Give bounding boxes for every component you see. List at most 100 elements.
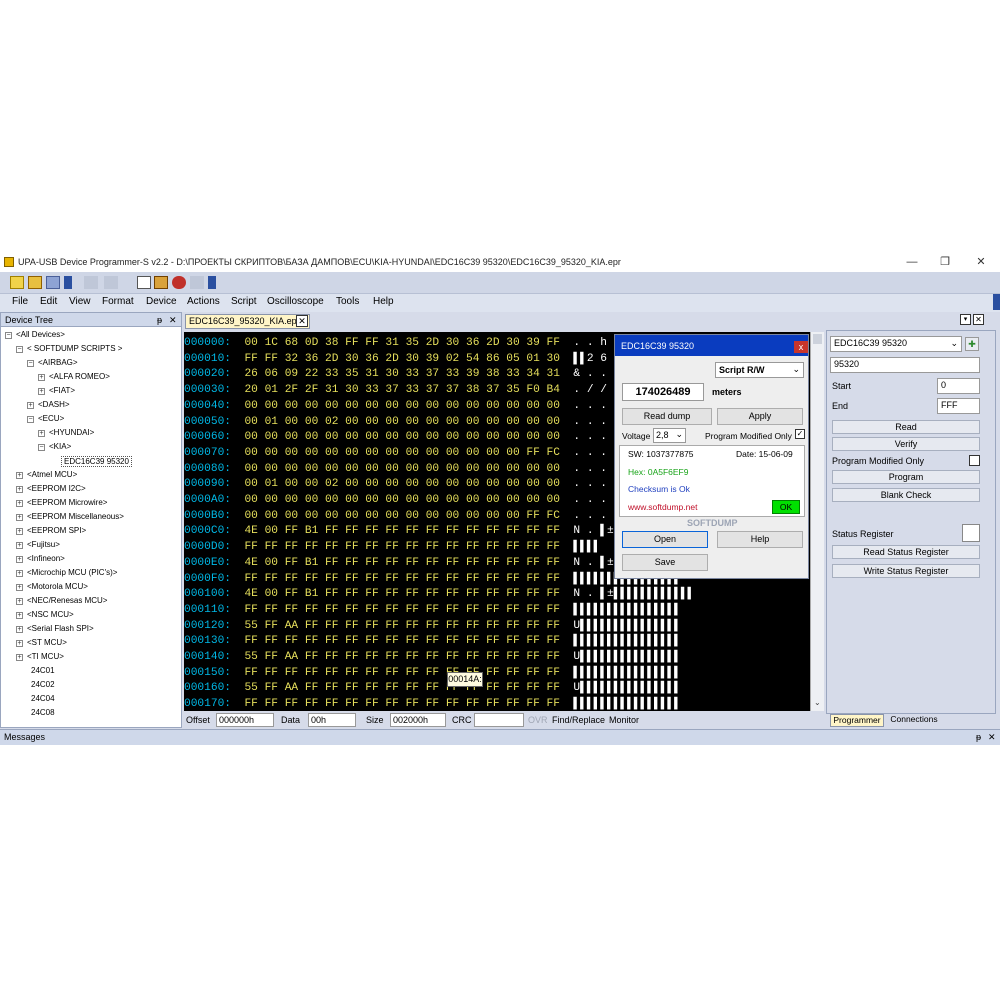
- tab-programmer[interactable]: Programmer: [830, 714, 884, 727]
- hex-row[interactable]: 000080: 00 00 00 00 00 00 00 00 00 00 00…: [184, 462, 620, 478]
- menu-edit[interactable]: Edit: [40, 296, 57, 307]
- hex-bytes[interactable]: 00 01 00 00 02 00 00 00 00 00 00 00 00 0…: [244, 416, 560, 428]
- hex-ascii[interactable]: U▌▌▌▌▌▌▌▌▌▌▌▌▌▌▌: [573, 651, 680, 663]
- program-button[interactable]: Program: [832, 470, 980, 484]
- scroll-down-icon[interactable]: ⌄: [814, 698, 821, 707]
- tree-item[interactable]: <NEC/Renesas MCU>: [27, 596, 107, 605]
- size-field[interactable]: 002000h: [390, 713, 446, 727]
- tree-expander-icon[interactable]: +: [16, 500, 23, 507]
- tree-expander-icon[interactable]: −: [38, 444, 45, 451]
- tree-item[interactable]: <Microchip MCU (PIC's)>: [27, 568, 117, 577]
- document-tab[interactable]: EDC16C39_95320_KIA.epr: [185, 314, 310, 329]
- hex-ascii[interactable]: N . ▌±▌▌▌▌▌▌▌▌▌▌▌▌: [573, 588, 694, 600]
- toolbar-dropdown-icon[interactable]: [64, 276, 72, 289]
- tree-item[interactable]: <Fujitsu>: [27, 540, 60, 549]
- tree-expander-icon[interactable]: −: [16, 346, 23, 353]
- hex-ascii[interactable]: U▌▌▌▌▌▌▌▌▌▌▌▌▌▌▌: [573, 682, 680, 694]
- pin-icon[interactable]: ᵽ: [976, 732, 981, 742]
- tree-item[interactable]: <ST MCU>: [27, 638, 67, 647]
- open-button[interactable]: Open: [622, 531, 708, 548]
- tree-expander-icon[interactable]: −: [27, 416, 34, 423]
- hex-bytes[interactable]: 4E 00 FF B1 FF FF FF FF FF FF FF FF FF F…: [244, 525, 560, 537]
- tree-expander-icon[interactable]: +: [16, 654, 23, 661]
- hex-row[interactable]: 0000F0: FF FF FF FF FF FF FF FF FF FF FF…: [184, 572, 681, 588]
- dialog-close-button[interactable]: x: [794, 341, 808, 353]
- tree-expander-icon[interactable]: −: [5, 332, 12, 339]
- hex-ascii[interactable]: ▌▌▌▌▌▌▌▌▌▌▌▌▌▌▌▌: [573, 604, 680, 616]
- bug-icon[interactable]: [172, 276, 186, 289]
- hex-bytes[interactable]: FF FF FF FF FF FF FF FF FF FF FF FF FF F…: [244, 573, 560, 585]
- tree-item[interactable]: <EEPROM Microwire>: [27, 498, 107, 507]
- device-icon[interactable]: [154, 276, 168, 289]
- tree-item[interactable]: 24C04: [31, 694, 55, 703]
- tree-item[interactable]: <ALFA ROMEO>: [49, 372, 110, 381]
- script-mode-select[interactable]: Script R/W ⌄: [715, 362, 804, 378]
- hex-row[interactable]: 000030: 20 01 2F 2F 31 30 33 37 33 37 37…: [184, 383, 607, 399]
- tree-item[interactable]: <FIAT>: [49, 386, 75, 395]
- hex-ascii[interactable]: . / /: [573, 384, 607, 396]
- chip-read-icon[interactable]: [84, 276, 98, 289]
- tree-expander-icon[interactable]: +: [16, 626, 23, 633]
- hex-row[interactable]: 000060: 00 00 00 00 00 00 00 00 00 00 00…: [184, 430, 620, 446]
- hex-ascii[interactable]: ▌▌▌▌▌▌▌▌▌▌▌▌▌▌▌▌: [573, 667, 680, 679]
- tree-item[interactable]: <EEPROM Miscellaneous>: [27, 512, 124, 521]
- hex-row[interactable]: 000110: FF FF FF FF FF FF FF FF FF FF FF…: [184, 603, 681, 619]
- program-modified-checkbox[interactable]: ✓: [795, 429, 805, 439]
- hex-row[interactable]: 000000: 00 1C 68 0D 38 FF FF 31 35 2D 30…: [184, 336, 620, 352]
- tree-item[interactable]: <AIRBAG>: [38, 358, 78, 367]
- hex-row[interactable]: 000040: 00 00 00 00 00 00 00 00 00 00 00…: [184, 399, 620, 415]
- tree-item[interactable]: EDC16C39 95320: [61, 456, 132, 467]
- hex-row[interactable]: 0000D0: FF FF FF FF FF FF FF FF FF FF FF…: [184, 540, 600, 556]
- write-status-register-button[interactable]: Write Status Register: [832, 564, 980, 578]
- data-field[interactable]: 00h: [308, 713, 356, 727]
- read-button[interactable]: Read: [832, 420, 980, 434]
- hex-row[interactable]: 0000C0: 4E 00 FF B1 FF FF FF FF FF FF FF…: [184, 524, 614, 540]
- save-button[interactable]: Save: [622, 554, 708, 571]
- chip-write-icon[interactable]: [104, 276, 118, 289]
- tree-item[interactable]: <NSC MCU>: [27, 610, 74, 619]
- status-register-field[interactable]: [962, 524, 980, 542]
- toolbar-overflow-icon[interactable]: [208, 276, 216, 289]
- hex-row[interactable]: 000150: FF FF FF FF FF FF FF FF FF FF FF…: [184, 666, 681, 682]
- hex-bytes[interactable]: FF FF FF FF FF FF FF FF FF FF FF FF FF F…: [244, 541, 560, 553]
- tree-expander-icon[interactable]: +: [16, 584, 23, 591]
- tree-expander-icon[interactable]: +: [16, 472, 23, 479]
- end-field[interactable]: FFF: [937, 398, 980, 414]
- hex-ascii[interactable]: ▌▌2 6: [573, 353, 607, 365]
- hex-row[interactable]: 000120: 55 FF AA FF FF FF FF FF FF FF FF…: [184, 619, 681, 635]
- tree-expander-icon[interactable]: +: [16, 542, 23, 549]
- close-icon[interactable]: ✕: [169, 315, 177, 326]
- menu-format[interactable]: Format: [102, 296, 134, 307]
- tree-item[interactable]: <EEPROM SPI>: [27, 526, 86, 535]
- tree-item[interactable]: <HYUNDAI>: [49, 428, 94, 437]
- tree-item[interactable]: 24C02: [31, 680, 55, 689]
- hex-bytes[interactable]: FF FF 32 36 2D 30 36 2D 30 39 02 54 86 0…: [244, 353, 560, 365]
- document-close-icon[interactable]: ✕: [296, 315, 308, 327]
- hex-bytes[interactable]: 00 00 00 00 00 00 00 00 00 00 00 00 00 0…: [244, 510, 560, 522]
- tab-connections[interactable]: Connections: [886, 714, 942, 727]
- read-dump-button[interactable]: Read dump: [622, 408, 712, 425]
- hex-bytes[interactable]: 55 FF AA FF FF FF FF FF FF FF FF FF FF F…: [244, 620, 560, 632]
- hex-ascii[interactable]: ▌▌▌▌▌▌▌▌▌▌▌▌▌▌▌▌: [573, 635, 680, 647]
- crc-field[interactable]: [474, 713, 524, 727]
- tree-expander-icon[interactable]: +: [38, 388, 45, 395]
- panel-dropdown-icon[interactable]: ▾: [960, 314, 971, 325]
- hex-bytes[interactable]: 55 FF AA FF FF FF FF FF FF FF FF FF FF F…: [244, 682, 560, 694]
- tree-expander-icon[interactable]: +: [16, 556, 23, 563]
- website-link[interactable]: www.softdump.net: [628, 502, 697, 512]
- verify-button[interactable]: Verify: [832, 437, 980, 451]
- voltage-select[interactable]: 2,8 ⌄: [653, 428, 686, 443]
- tree-item[interactable]: <DASH>: [38, 400, 70, 409]
- tree-item[interactable]: 24C01: [31, 666, 55, 675]
- tree-item[interactable]: <KIA>: [49, 442, 71, 451]
- tree-expander-icon[interactable]: −: [27, 360, 34, 367]
- tree-item[interactable]: <EEPROM I2C>: [27, 484, 86, 493]
- read-status-register-button[interactable]: Read Status Register: [832, 545, 980, 559]
- tree-item[interactable]: <Infineon>: [27, 554, 65, 563]
- new-file-icon[interactable]: [10, 276, 24, 289]
- hex-scrollbar[interactable]: ⌄: [810, 332, 824, 711]
- hex-row[interactable]: 000010: FF FF 32 36 2D 30 36 2D 30 39 02…: [184, 352, 607, 368]
- hex-bytes[interactable]: 20 01 2F 2F 31 30 33 37 33 37 37 38 37 3…: [244, 384, 560, 396]
- hex-row[interactable]: 000050: 00 01 00 00 02 00 00 00 00 00 00…: [184, 415, 620, 431]
- edit-icon[interactable]: [137, 276, 151, 289]
